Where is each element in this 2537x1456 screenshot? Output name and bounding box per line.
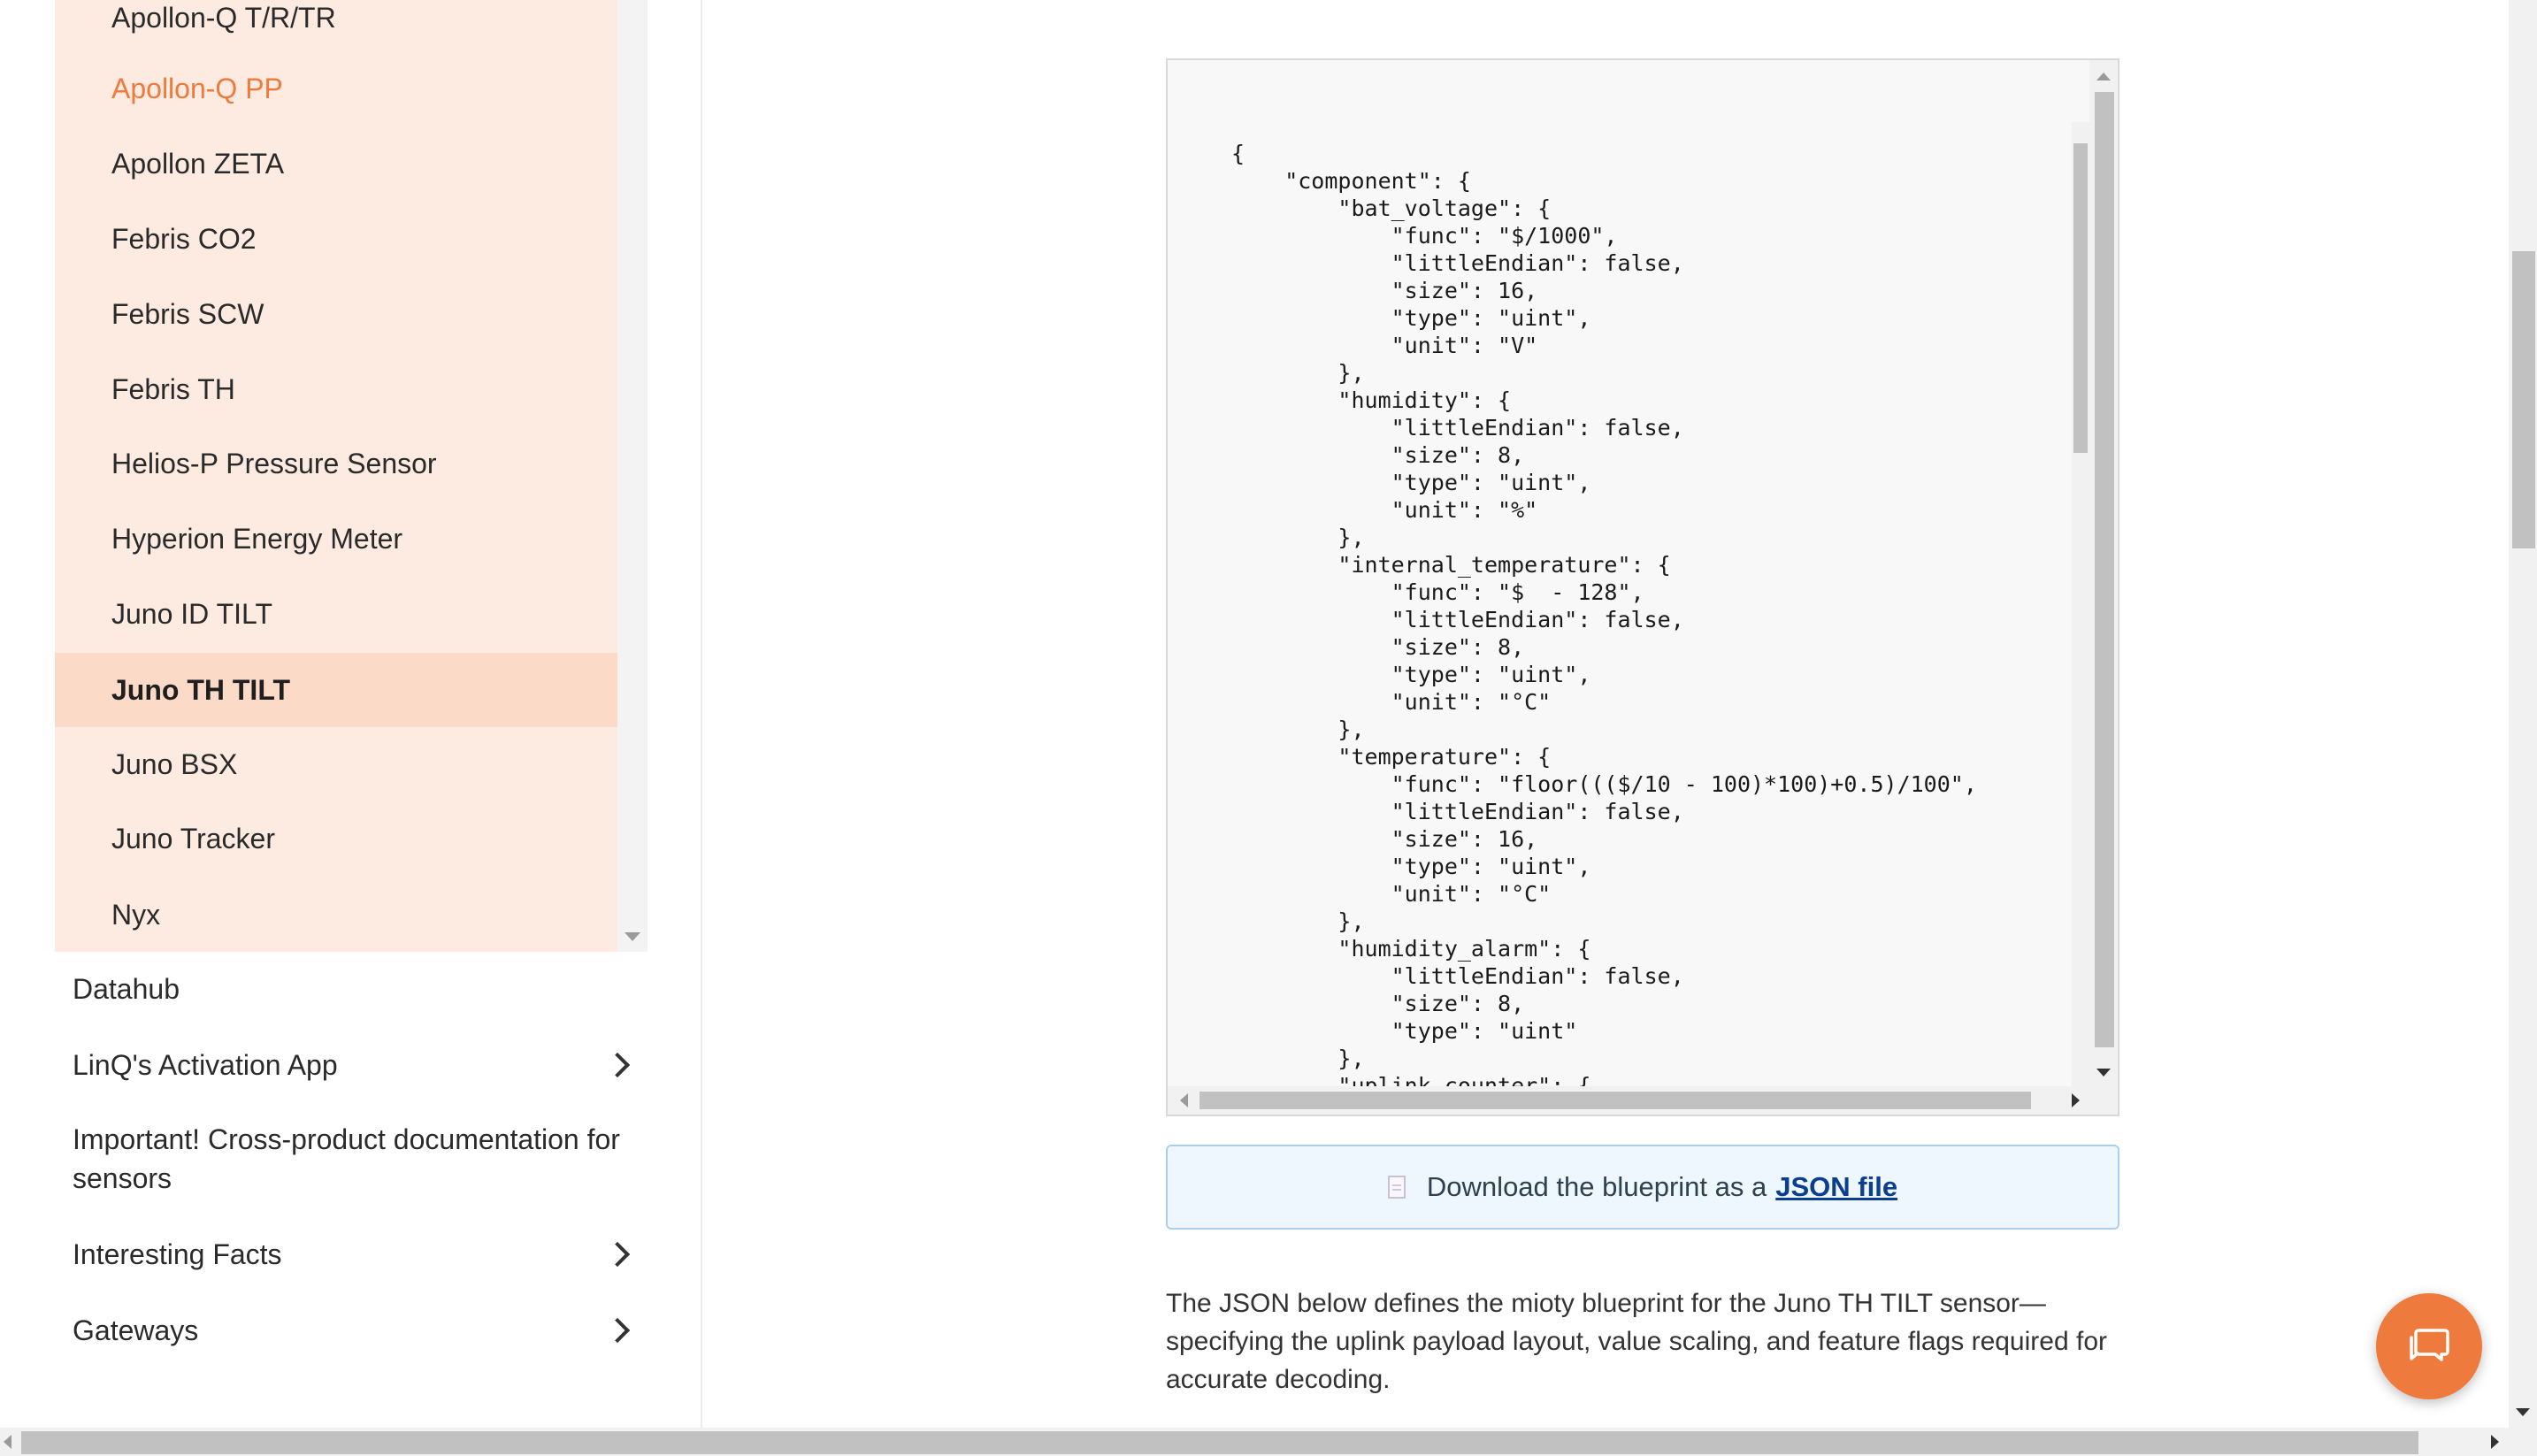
nav-item-activation-app[interactable]: LinQ's Activation App [73, 1046, 639, 1084]
description-paragraph: The JSON below defines the mioty bluepri… [1166, 1289, 2107, 1394]
nav-item-label: Gateways [73, 1314, 199, 1346]
chevron-right-icon[interactable] [604, 1052, 631, 1078]
scroll-right-arrow-icon[interactable] [2072, 1093, 2080, 1107]
scrollbar-thumb[interactable] [21, 1431, 2418, 1454]
scroll-left-arrow-icon[interactable] [4, 1435, 11, 1449]
chevron-right-icon[interactable] [604, 1241, 631, 1268]
sidebar-item-apollon-q-trtr[interactable]: Apollon-Q T/R/TR [55, 0, 617, 55]
sidebar-item-helios-p[interactable]: Helios-P Pressure Sensor [55, 426, 617, 501]
code-horizontal-scrollbar[interactable] [1168, 1086, 2093, 1115]
nav-item-interesting-facts[interactable]: Interesting Facts [73, 1235, 639, 1274]
download-callout: Download the blueprint as a JSON file [1166, 1145, 2119, 1230]
file-icon [1387, 1176, 1406, 1199]
nav-item-label: Important! Cross-product documentation f… [73, 1123, 620, 1194]
scroll-right-arrow-icon[interactable] [2491, 1435, 2499, 1449]
download-text: Download the blueprint as a [1426, 1171, 1767, 1202]
sidebar: Apollon-Q T/R/TR Apollon-Q PP Apollon ZE… [0, 0, 702, 1428]
sidebar-item-nyx[interactable]: Nyx [55, 877, 617, 952]
nav-item-datahub[interactable]: Datahub [73, 969, 639, 1008]
json-file-link[interactable]: JSON file [1775, 1171, 1897, 1203]
scrollbar-thumb[interactable] [1200, 1092, 2031, 1109]
sidebar-item-apollon-q-pp[interactable]: Apollon-Q PP [55, 51, 617, 126]
code-inner-scrollbar[interactable] [2072, 122, 2089, 1086]
sidebar-item-juno-th-tilt[interactable]: Juno TH TILT [55, 653, 617, 727]
sidebar-item-febris-scw[interactable]: Febris SCW [55, 277, 617, 351]
sidebar-item-juno-tracker[interactable]: Juno Tracker [55, 801, 617, 876]
json-code: { "component": { "bat_voltage": { "func"… [1231, 141, 1977, 1088]
sidebar-item-juno-bsx[interactable]: Juno BSX [55, 727, 617, 801]
page-vertical-scrollbar[interactable] [2509, 0, 2537, 1428]
code-viewport: { "component": { "bat_voltage": { "func"… [1168, 60, 2072, 1088]
sub-list-scrollbar[interactable] [617, 0, 648, 952]
sensor-sub-list: Apollon-Q T/R/TR Apollon-Q PP Apollon ZE… [55, 0, 617, 952]
chevron-right-icon[interactable] [604, 1317, 631, 1344]
sidebar-item-febris-co2[interactable]: Febris CO2 [55, 202, 617, 276]
nav-item-label: Datahub [73, 973, 180, 1005]
scrollbar-thumb[interactable] [2073, 143, 2088, 453]
nav-item-gateways[interactable]: Gateways [73, 1311, 639, 1350]
scroll-down-arrow-icon[interactable] [2096, 1069, 2111, 1077]
scroll-left-arrow-icon[interactable] [1180, 1093, 1188, 1107]
scroll-down-arrow-icon[interactable] [2516, 1408, 2530, 1416]
nav-item-label: LinQ's Activation App [73, 1049, 338, 1081]
scroll-up-arrow-icon[interactable] [2096, 73, 2111, 80]
json-code-block[interactable]: { "component": { "bat_voltage": { "func"… [1166, 58, 2119, 1116]
nav-item-label: Interesting Facts [73, 1238, 282, 1270]
sidebar-item-apollon-zeta[interactable]: Apollon ZETA [55, 126, 617, 201]
nav-item-cross-product-docs[interactable]: Important! Cross-product documentation f… [73, 1120, 639, 1198]
scrollbar-thumb[interactable] [2095, 92, 2114, 1047]
scroll-down-arrow-icon[interactable] [625, 932, 640, 941]
code-vertical-scrollbar[interactable] [2089, 60, 2118, 1115]
chat-icon [2410, 1329, 2449, 1361]
scrollbar-thumb[interactable] [2512, 251, 2535, 548]
sidebar-item-juno-id-tilt[interactable]: Juno ID TILT [55, 577, 617, 651]
page-horizontal-scrollbar[interactable] [0, 1428, 2537, 1456]
sidebar-item-febris-th[interactable]: Febris TH [55, 352, 617, 426]
sidebar-item-hyperion[interactable]: Hyperion Energy Meter [55, 502, 617, 576]
chat-button[interactable] [2376, 1293, 2482, 1399]
